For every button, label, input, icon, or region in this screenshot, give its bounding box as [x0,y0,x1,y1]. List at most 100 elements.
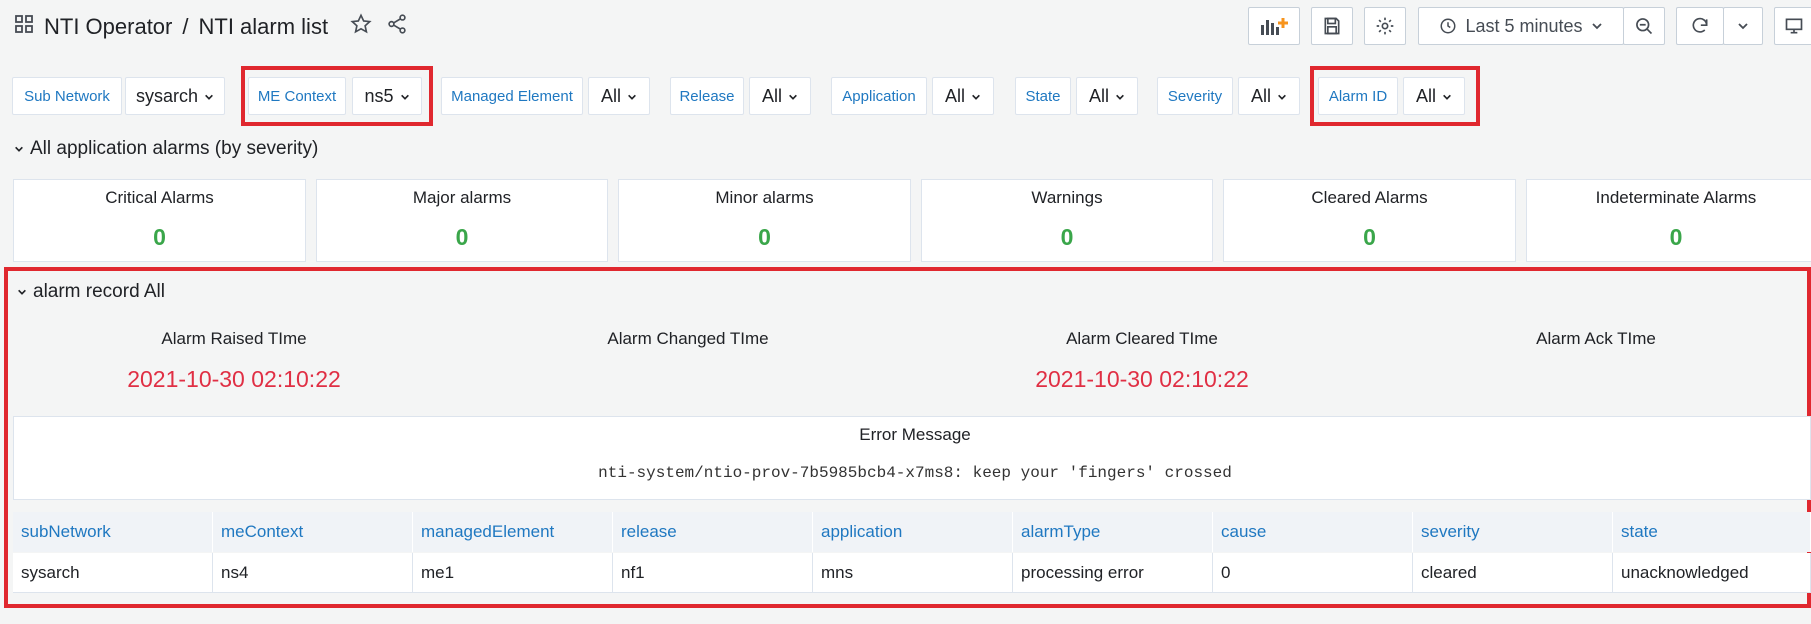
save-icon [1322,16,1342,36]
time-range-label: Last 5 minutes [1465,15,1583,36]
var-value: All [761,85,782,106]
chevron-down-icon [1737,20,1749,32]
stat-title: Indeterminate Alarms [1595,188,1757,207]
star-icon[interactable] [350,13,372,41]
var-value: All [1250,85,1271,106]
column-header-state[interactable]: state [1613,512,1811,552]
stat-value: 0 [758,224,771,250]
stat-value: 0 [1669,224,1683,250]
error-message-text: nti-system/ntio-prov-7b5985bcb4-x7ms8: k… [598,464,1232,482]
var-select-alarm-id[interactable]: All [1403,77,1465,115]
chevron-down-icon [971,86,981,107]
var-label-state[interactable]: State [1015,77,1071,115]
zoom-out-icon [1634,16,1654,36]
column-header-subnetwork[interactable]: subNetwork [13,512,213,552]
stat-value: 0 [1060,224,1074,250]
var-value: All [1415,85,1436,106]
table-cell: unacknowledged [1613,553,1811,593]
table-cell: nf1 [613,553,813,593]
stat-panel-major: Major alarms 0 [316,179,608,262]
var-label-alarm-id[interactable]: Alarm ID [1318,77,1398,115]
stat-title: Minor alarms [715,188,814,207]
stat-title: Major alarms [412,188,512,207]
zoom-out-button[interactable] [1623,7,1665,45]
row-title: All application alarms (by severity) [30,138,319,159]
row-title: alarm record All [33,281,165,302]
chevron-down-icon [1277,86,1287,107]
add-panel-icon [1259,15,1289,37]
refresh-interval-dropdown[interactable] [1723,7,1763,45]
table-cell: mns [813,553,1013,593]
stat-value: 0 [153,224,166,250]
settings-button[interactable] [1364,7,1406,45]
stat-panel-critical: Critical Alarms 0 [13,179,306,262]
stat-panel-indeterminate: Indeterminate Alarms 0 [1526,179,1811,262]
time-range-picker[interactable]: Last 5 minutes [1418,7,1624,45]
chevron-down-icon [204,86,214,107]
dashboard-title[interactable]: NTI alarm list [199,14,329,40]
var-select-application[interactable]: All [932,77,994,115]
breadcrumb-folder[interactable]: NTI Operator [44,14,172,40]
stat-value: 0 [455,224,469,250]
chevron-down-icon [627,86,637,107]
stat-panel-minor: Minor alarms 0 [618,179,911,262]
save-dashboard-button[interactable] [1311,7,1353,45]
stat-title: Critical Alarms [105,188,214,207]
var-value: All [1088,85,1109,106]
chevron-down-icon [1591,20,1603,32]
table-cell: me1 [413,553,613,593]
alarm-raised-time-value: 2021-10-30 02:10:22 [127,366,341,392]
var-label-managed-element[interactable]: Managed Element [441,77,583,115]
var-value: All [944,85,965,106]
column-header-application[interactable]: application [813,512,1013,552]
table-cell: ns4 [213,553,413,593]
var-select-severity[interactable]: All [1238,77,1300,115]
column-header-cause[interactable]: cause [1213,512,1413,552]
var-label-me-context[interactable]: ME Context [248,77,346,115]
chevron-down-icon [17,281,27,303]
add-panel-button[interactable] [1248,7,1300,45]
stat-title: Cleared Alarms [1311,188,1428,207]
stat-panel-cleared: Cleared Alarms 0 [1223,179,1516,262]
stat-panel-warnings: Warnings 0 [921,179,1213,262]
stat-title: Warnings [1031,188,1103,207]
column-header-release[interactable]: release [613,512,813,552]
var-label-release[interactable]: Release [670,77,744,115]
row-header-alarm-record[interactable]: alarm record All [17,281,165,303]
monitor-icon [1784,16,1804,36]
column-header-severity[interactable]: severity [1413,512,1613,552]
alarm-cleared-time-value: 2021-10-30 02:10:22 [1035,366,1249,392]
var-select-release[interactable]: All [749,77,811,115]
row-header-all-alarms[interactable]: All application alarms (by severity) [14,138,318,160]
stat-value: 0 [1363,224,1376,250]
table-cell: processing error [1013,553,1213,593]
error-message-title: Error Message [859,425,971,444]
gear-icon [1375,16,1395,36]
refresh-button[interactable] [1676,7,1724,45]
var-value: sysarch [135,85,198,106]
column-header-managedelement[interactable]: managedElement [413,512,613,552]
var-value: ns5 [364,85,394,106]
var-label-sub-network[interactable]: Sub Network [12,77,122,115]
tv-mode-button[interactable] [1774,7,1811,45]
chevron-down-icon [400,86,410,107]
var-select-managed-element[interactable]: All [588,77,650,115]
var-select-me-context[interactable]: ns5 [352,77,422,115]
share-icon[interactable] [386,13,408,41]
table-cell: 0 [1213,553,1413,593]
clock-icon [1439,17,1457,35]
column-header-alarmtype[interactable]: alarmType [1013,512,1213,552]
var-value: All [600,85,621,106]
var-select-sub-network[interactable]: sysarch [125,77,225,115]
chevron-down-icon [1115,86,1125,107]
alarm-raised-time-title: Alarm Raised TIme [161,329,307,348]
column-header-mecontext[interactable]: meContext [213,512,413,552]
alarm-changed-time-title: Alarm Changed TIme [607,329,769,348]
var-label-severity[interactable]: Severity [1157,77,1233,115]
var-select-state[interactable]: All [1076,77,1138,115]
chevron-down-icon [1442,86,1452,107]
breadcrumb-separator: / [182,14,189,39]
table-cell: cleared [1413,553,1613,593]
var-label-application[interactable]: Application [831,77,927,115]
dashboards-grid-icon[interactable] [14,14,34,40]
